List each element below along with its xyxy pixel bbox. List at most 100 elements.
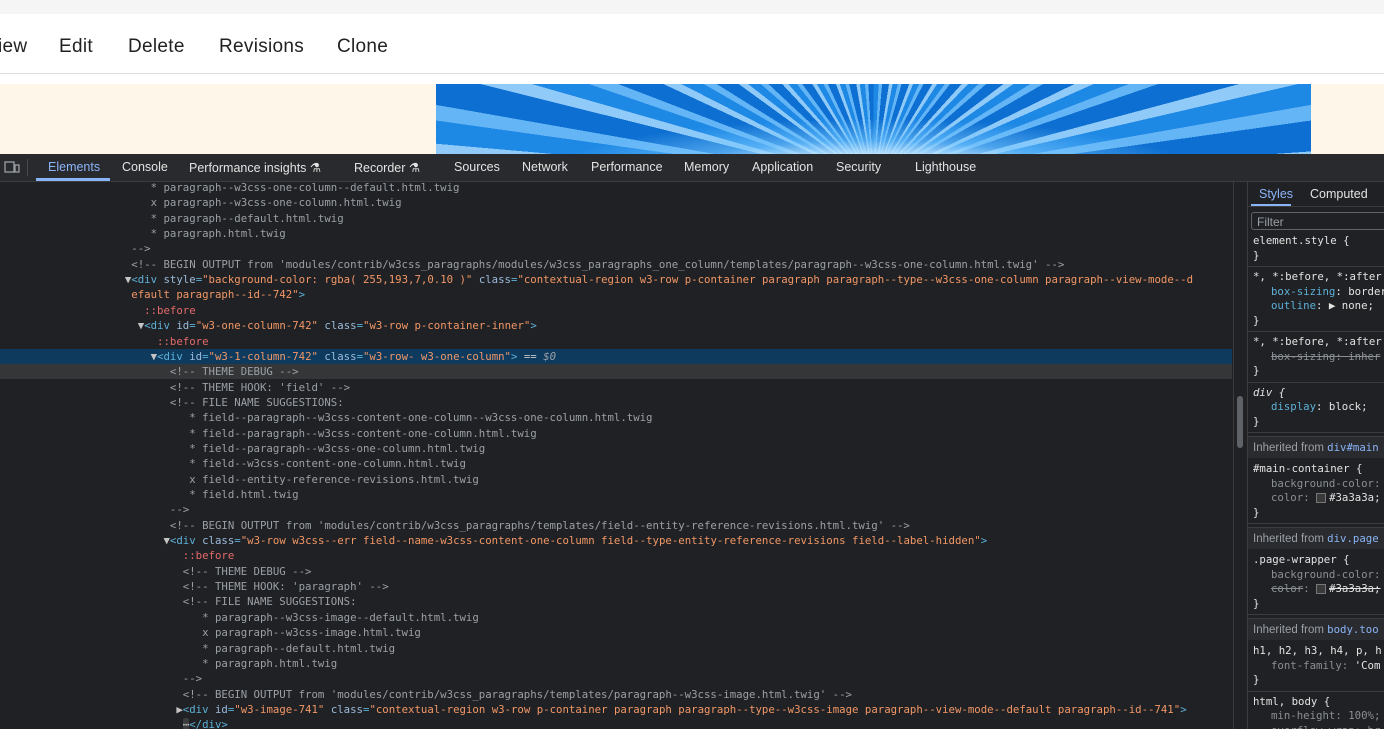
css-property[interactable]: background-color: (1271, 477, 1384, 491)
dom-node-line[interactable]: <!-- FILE NAME SUGGESTIONS: (0, 395, 1232, 410)
dom-node-line[interactable]: x field--entity-reference-revisions.html… (0, 472, 1232, 487)
css-selector[interactable]: .page-wrapper { (1253, 553, 1350, 567)
tab-sources[interactable]: Sources (454, 160, 500, 174)
dom-node-line[interactable]: --> (0, 502, 1232, 517)
dom-node-line[interactable]: <!-- THEME DEBUG --> (0, 364, 1232, 380)
inherited-element-link[interactable]: body.too (1327, 623, 1378, 636)
dom-node-line[interactable]: * field--paragraph--w3css-content-one-co… (0, 410, 1232, 425)
css-rule-close[interactable]: } (1253, 364, 1259, 378)
css-property[interactable]: overflow-wrap: br (1271, 724, 1380, 729)
flask-icon: ⚗ (408, 161, 421, 175)
tab-application[interactable]: Application (752, 160, 813, 174)
styles-filter-input[interactable]: Filter (1251, 212, 1384, 230)
page-tab-bar: iew Edit Delete Revisions Clone (0, 14, 1384, 74)
dom-node-line[interactable]: ⋯</div> (0, 717, 1232, 729)
tab-label: Recorder (354, 161, 406, 175)
css-rule-close[interactable]: } (1253, 673, 1259, 687)
dom-node-line[interactable]: <!-- FILE NAME SUGGESTIONS: (0, 594, 1232, 609)
styles-pane: Styles Computed Filter element.style {} *… (1247, 182, 1384, 729)
css-selector[interactable]: #main-container { (1253, 462, 1362, 476)
inherited-from-header: Inherited from div.page (1248, 527, 1384, 549)
tab-recorder[interactable]: Recorder ⚗ (354, 160, 420, 175)
dom-node-line[interactable]: ▼<div id="w3-1-column-742" class="w3-row… (0, 348, 1232, 364)
css-selector[interactable]: *, *:before, *:after (1253, 270, 1382, 284)
tab-delete[interactable]: Delete (128, 36, 185, 58)
inherited-element-link[interactable]: div#main (1327, 441, 1378, 454)
dom-node-line[interactable]: <!-- THEME HOOK: 'field' --> (0, 380, 1232, 395)
css-property[interactable]: color: #3a3a3a; (1271, 491, 1381, 505)
css-selector[interactable]: html, body { (1253, 695, 1330, 709)
dom-node-line[interactable]: ▼<div id="w3-one-column-742" class="w3-r… (0, 318, 1232, 333)
css-rule-close[interactable]: } (1253, 249, 1259, 263)
device-toolbar-icon[interactable] (4, 160, 20, 177)
css-property[interactable]: display: block; (1271, 400, 1368, 414)
css-selector[interactable]: *, *:before, *:after (1253, 335, 1382, 349)
css-selector[interactable]: div { (1253, 386, 1285, 400)
dom-node-line[interactable]: * field--w3css-content-one-column.html.t… (0, 456, 1232, 471)
dom-node-line[interactable]: ▶<div id="w3-image-741" class="contextua… (0, 702, 1232, 717)
dom-node-line[interactable]: * paragraph--w3css-one-column--default.h… (0, 182, 1232, 195)
dom-node-line[interactable]: --> (0, 241, 1232, 256)
elements-tree[interactable]: * paragraph--w3css-one-column--default.h… (0, 182, 1232, 729)
dom-node-line[interactable]: ::before (0, 548, 1232, 563)
rule-separator (1248, 690, 1384, 692)
dom-node-line[interactable]: ▼<div style="background-color: rgba( 255… (0, 272, 1232, 287)
css-property[interactable]: min-height: 100%; (1271, 709, 1380, 723)
css-selector[interactable]: element.style { (1253, 234, 1350, 248)
toolbar-divider (27, 159, 28, 176)
tab-computed[interactable]: Computed (1310, 187, 1368, 201)
dom-node-line[interactable]: efault paragraph--id--742"> (0, 287, 1232, 302)
dom-node-line[interactable]: * field--paragraph--w3css-content-one-co… (0, 426, 1232, 441)
dom-node-line[interactable]: * paragraph--w3css-image--default.html.t… (0, 610, 1232, 625)
dom-node-line[interactable]: <!-- BEGIN OUTPUT from 'modules/contrib/… (0, 518, 1232, 533)
css-property[interactable]: font-family: 'Com (1271, 659, 1380, 673)
tab-elements[interactable]: Elements (48, 160, 100, 174)
hero-image (436, 84, 1311, 154)
color-swatch[interactable] (1316, 493, 1327, 503)
css-rule-close[interactable]: } (1253, 597, 1259, 611)
css-property[interactable]: background-color: (1271, 568, 1384, 582)
dom-node-line[interactable]: * field--paragraph--w3css-one-column.htm… (0, 441, 1232, 456)
tab-label: Performance insights (189, 161, 307, 175)
tab-performance-insights[interactable]: Performance insights ⚗ (189, 160, 321, 175)
dom-node-line[interactable]: ::before (0, 303, 1232, 318)
tab-view[interactable]: iew (0, 36, 27, 58)
dom-node-line[interactable]: * paragraph--default.html.twig (0, 641, 1232, 656)
dom-node-line[interactable]: <!-- BEGIN OUTPUT from 'modules/contrib/… (0, 257, 1232, 272)
tab-clone[interactable]: Clone (337, 36, 388, 58)
dom-node-line[interactable]: <!-- THEME DEBUG --> (0, 564, 1232, 579)
css-rule-close[interactable]: } (1253, 506, 1259, 520)
elements-scrollbar[interactable] (1233, 182, 1247, 729)
dom-node-line[interactable]: * paragraph.html.twig (0, 226, 1232, 241)
tab-memory[interactable]: Memory (684, 160, 729, 174)
tab-security[interactable]: Security (836, 160, 881, 174)
dom-node-line[interactable]: <!-- THEME HOOK: 'paragraph' --> (0, 579, 1232, 594)
dom-node-line[interactable]: ::before (0, 334, 1232, 349)
css-property[interactable]: box-sizing: inher (1271, 350, 1380, 364)
tab-console[interactable]: Console (122, 160, 168, 174)
tab-revisions[interactable]: Revisions (219, 36, 304, 58)
dom-node-line[interactable]: * paragraph.html.twig (0, 656, 1232, 671)
inherited-element-link[interactable]: div.page (1327, 532, 1378, 545)
tab-performance[interactable]: Performance (591, 160, 663, 174)
flask-icon: ⚗ (309, 161, 322, 175)
css-rule-close[interactable]: } (1253, 314, 1259, 328)
css-selector[interactable]: h1, h2, h3, h4, p, h (1253, 644, 1382, 658)
dom-node-line[interactable]: ▼<div class="w3-row w3css--err field--na… (0, 533, 1232, 548)
tab-network[interactable]: Network (522, 160, 568, 174)
tab-edit[interactable]: Edit (59, 36, 93, 58)
scrollbar-thumb[interactable] (1237, 396, 1243, 448)
dom-node-line[interactable]: * field.html.twig (0, 487, 1232, 502)
dom-node-line[interactable]: <!-- BEGIN OUTPUT from 'modules/contrib/… (0, 687, 1232, 702)
css-rule-close[interactable]: } (1253, 415, 1259, 429)
css-property[interactable]: box-sizing: border (1271, 285, 1384, 299)
tab-styles[interactable]: Styles (1259, 187, 1293, 201)
css-property[interactable]: color: #3a3a3a; (1271, 582, 1381, 596)
color-swatch[interactable] (1316, 584, 1327, 594)
css-property[interactable]: outline: ▶ none; (1271, 299, 1374, 313)
tab-lighthouse[interactable]: Lighthouse (915, 160, 976, 174)
dom-node-line[interactable]: --> (0, 671, 1232, 686)
dom-node-line[interactable]: x paragraph--w3css-image.html.twig (0, 625, 1232, 640)
dom-node-line[interactable]: x paragraph--w3css-one-column.html.twig (0, 195, 1232, 210)
dom-node-line[interactable]: * paragraph--default.html.twig (0, 211, 1232, 226)
